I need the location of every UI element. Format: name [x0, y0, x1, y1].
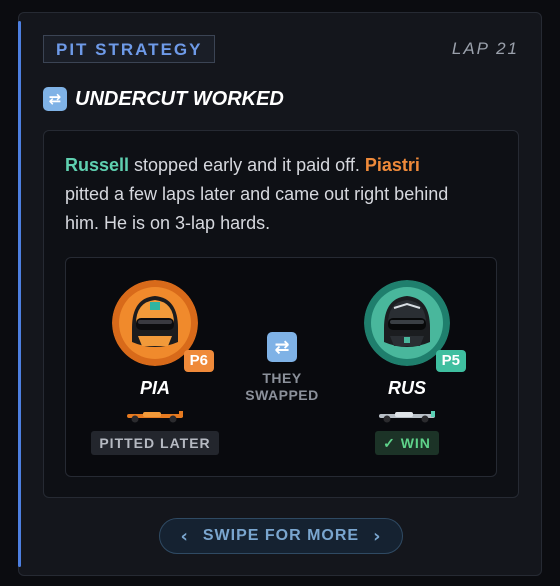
driver-rus: P5 RUS ✓ WIN [332, 280, 482, 455]
check-icon: ✓ [383, 435, 396, 451]
driver-name-russell: Russell [65, 155, 130, 175]
story-text: Russell stopped early and it paid off. P… [65, 151, 465, 238]
status-pill-rus: ✓ WIN [375, 431, 439, 455]
status-pill-pia: PITTED LATER [91, 431, 219, 455]
chevron-left-icon: ‹ [180, 525, 189, 547]
story-segment-2: pitted a few laps later and came out rig… [65, 184, 449, 233]
swap-label-line2: SWAPPED [245, 387, 319, 403]
swipe-for-more-button[interactable]: ‹ SWIPE FOR MORE › [159, 518, 403, 554]
driver-pia: P6 PIA PITTED LATER [80, 280, 230, 455]
lap-indicator: LAP 21 [451, 39, 519, 58]
status-label-rus: WIN [400, 435, 431, 451]
car-pia-icon [127, 411, 183, 423]
position-badge-rus: P5 [435, 350, 466, 372]
driver-code-pia: PIA [139, 378, 170, 398]
story-segment-1: stopped early and it paid off. [129, 155, 365, 175]
position-badge-pia: P6 [183, 350, 214, 372]
swap-indicator: ⇄ THEY SWAPPED [232, 332, 332, 404]
strategy-card: PIT STRATEGY LAP 21 ⇄ UNDERCUT WORKED Ru… [18, 12, 542, 576]
story-panel: Russell stopped early and it paid off. P… [43, 130, 519, 498]
headline: ⇄ UNDERCUT WORKED [43, 87, 284, 111]
headline-title: UNDERCUT WORKED [75, 87, 284, 110]
swap-comparison: P6 PIA PITTED LATER ⇄ THEY SWAPPED P5 RU… [65, 257, 497, 477]
shuffle-icon: ⇄ [43, 87, 67, 111]
swipe-label: SWIPE FOR MORE [202, 527, 360, 544]
driver-code-rus: RUS [387, 378, 426, 398]
swap-label-line1: THEY [262, 370, 302, 386]
swap-icon: ⇄ [267, 332, 297, 362]
car-rus-icon [379, 411, 435, 423]
chevron-right-icon: › [373, 525, 382, 547]
category-tag: PIT STRATEGY [43, 35, 216, 63]
driver-name-piastri: Piastri [364, 155, 420, 175]
accent-bar [18, 21, 21, 567]
